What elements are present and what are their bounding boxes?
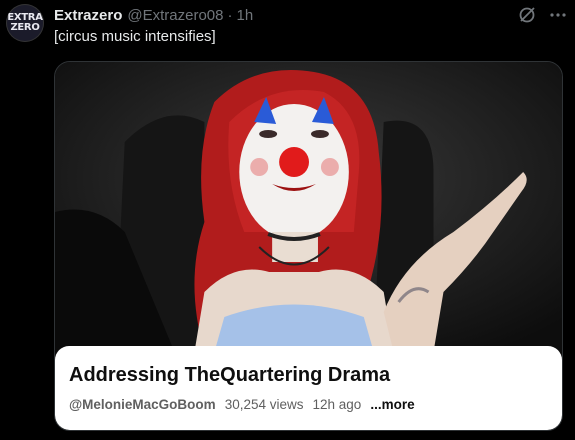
timestamp[interactable]: 1h <box>236 7 253 24</box>
grok-icon[interactable] <box>517 5 537 25</box>
video-info[interactable]: Addressing TheQuartering Drama @MelonieM… <box>55 346 562 430</box>
more-link[interactable]: ...more <box>370 397 414 412</box>
view-count: 30,254 views <box>224 397 304 412</box>
separator: · <box>227 6 233 24</box>
header-actions <box>517 5 567 25</box>
video-card[interactable]: Addressing TheQuartering Drama @MelonieM… <box>54 61 563 431</box>
display-name[interactable]: Extrazero <box>54 7 122 24</box>
more-icon[interactable] <box>549 6 567 24</box>
video-thumbnail[interactable] <box>55 62 562 352</box>
avatar-logo: EXTRA ZERO <box>7 12 43 33</box>
avatar[interactable]: EXTRA ZERO <box>6 4 44 42</box>
user-handle[interactable]: @Extrazero08 <box>127 7 223 24</box>
tweet-text: [circus music intensifies] <box>54 28 216 45</box>
channel-name[interactable]: @MelonieMacGoBoom <box>69 397 216 412</box>
upload-age: 12h ago <box>312 397 362 412</box>
video-title[interactable]: Addressing TheQuartering Drama <box>69 364 548 387</box>
tweet-header: Extrazero @Extrazero08 · 1h <box>54 5 567 25</box>
video-meta: @MelonieMacGoBoom 30,254 views 12h ago .… <box>69 397 548 412</box>
